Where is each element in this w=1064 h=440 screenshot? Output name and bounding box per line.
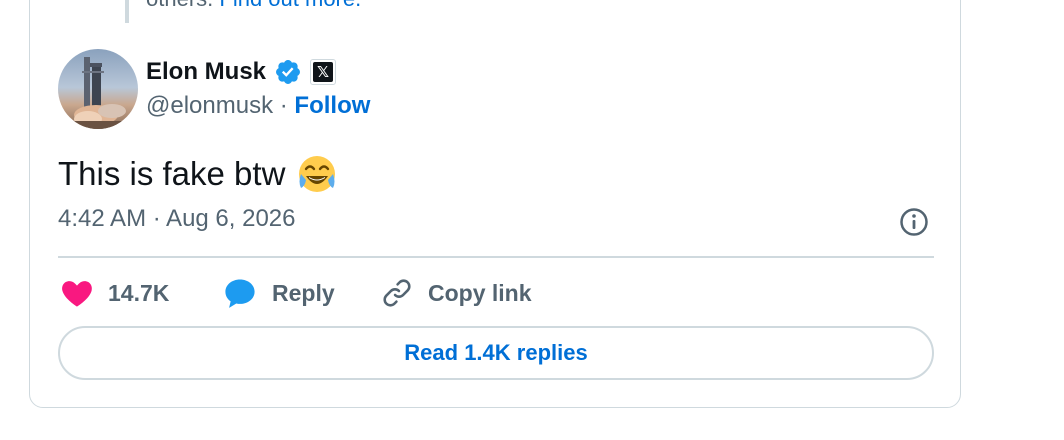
author-name-row: Elon Musk 𝕏 (146, 56, 337, 88)
x-logo-icon: 𝕏 (313, 62, 334, 82)
tweet-timestamp[interactable]: 4:42 AM · Aug 6, 2026 (58, 205, 296, 233)
tweet-text: This is fake btw (58, 155, 286, 192)
verified-badge-icon (276, 60, 300, 84)
thread-connector-line (125, 0, 129, 23)
context-note: others. Find out more. (146, 0, 361, 12)
like-count: 14.7K (108, 279, 170, 306)
heart-icon (62, 281, 92, 307)
reply-button[interactable]: Reply (222, 276, 335, 310)
author-name[interactable]: Elon Musk (146, 58, 266, 86)
face-with-tears-of-joy-icon (299, 156, 336, 192)
handle-separator: · (279, 92, 288, 119)
find-out-more-link[interactable]: Find out more. (219, 0, 361, 11)
copy-link-label: Copy link (428, 279, 532, 306)
avatar-rocket-image (58, 57, 138, 129)
author-handle[interactable]: @elonmusk (146, 92, 273, 119)
read-replies-label: Read 1.4K replies (404, 340, 588, 365)
tweet-text-row: This is fake btw (58, 152, 339, 196)
copy-link-button[interactable]: Copy link (380, 276, 532, 310)
handle-row: @elonmusk · Follow (146, 92, 370, 120)
follow-button[interactable]: Follow (294, 92, 370, 119)
x-affiliation-badge: 𝕏 (310, 59, 337, 85)
like-button[interactable]: 14.7K (60, 276, 169, 310)
reply-label: Reply (272, 279, 335, 306)
info-icon[interactable] (898, 206, 930, 238)
link-icon (383, 279, 411, 307)
reply-bubble-icon (225, 279, 255, 308)
avatar[interactable] (58, 49, 138, 129)
divider (58, 256, 934, 258)
read-replies-button[interactable]: Read 1.4K replies (58, 326, 934, 380)
context-note-text: others. (146, 0, 213, 11)
